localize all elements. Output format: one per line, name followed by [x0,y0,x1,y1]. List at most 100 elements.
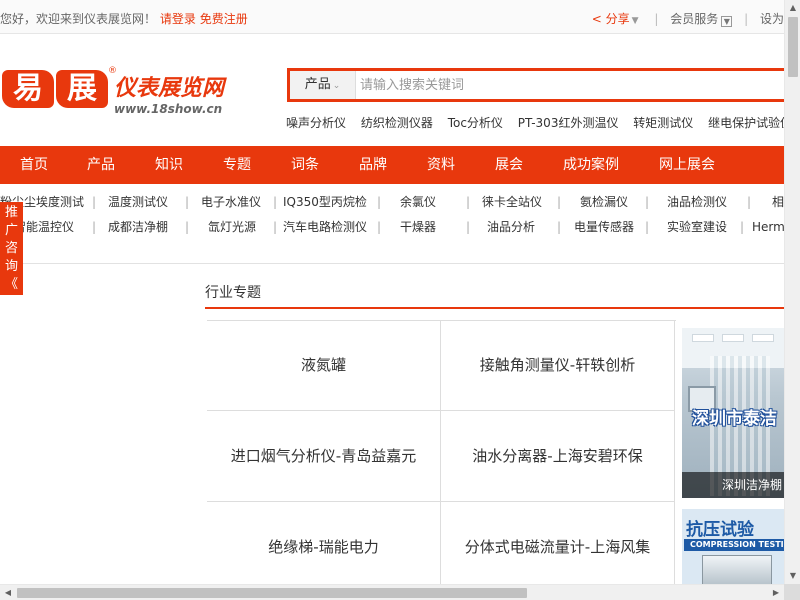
separator: | [654,12,659,26]
keyword-link[interactable]: 相 [772,190,784,214]
site-logo[interactable]: 易 展 ® 仪表展览网 www.18show.cn [0,66,240,120]
section-title: 行业专题 [205,285,261,301]
nav-item-online-expo[interactable]: 网上展会 [659,146,715,184]
keyword-link[interactable]: 余氯仪 [400,190,436,214]
separator: | [740,220,745,234]
keyword-link[interactable]: 油品分析 [487,215,535,239]
separator: | [185,220,190,234]
keyword-link[interactable]: IQ350型丙烷检 [283,190,367,214]
hot-keyword-link[interactable]: Toc分析仪 [448,116,503,130]
separator: | [557,220,562,234]
nav-item-cases[interactable]: 成功案例 [563,146,619,184]
keyword-link[interactable]: 干燥器 [400,215,436,239]
separator: | [557,195,562,209]
register-link[interactable]: 免费注册 [200,12,248,26]
side-tab-char: 咨 [4,241,18,256]
member-service-menu[interactable]: 会员服务 ▼ [670,10,733,27]
topic-link[interactable]: 接触角测量仪-轩轶创析 [441,320,675,411]
settings-link[interactable]: 设为 [760,10,784,27]
hot-keyword-link[interactable]: 噪声分析仪 [286,116,346,130]
logo-url: www.18show.cn [114,102,223,116]
hot-keyword-link[interactable]: 纺织检测仪器 [361,116,433,130]
separator: | [645,220,650,234]
hot-keyword-link[interactable]: 转矩测试仪 [633,116,693,130]
ad-title: 抗压试验 [686,520,754,540]
top-bar: 您好，欢迎来到仪表展览网！ 请登录 免费注册 < 分享 ▼ | 会员服务 ▼ | 设… [0,0,784,34]
nav-item-brands[interactable]: 品牌 [359,146,387,184]
search-category-label: 产品 [304,77,331,92]
share-button[interactable]: < 分享 ▼ [592,10,639,27]
separator: | [377,220,382,234]
logo-mark-1: 易 [2,70,54,108]
ceiling-light [722,334,744,342]
share-icon: < [591,12,602,26]
ad-brand-text: 深圳市泰洁 [692,409,777,429]
welcome-text: 您好，欢迎来到仪表展览网！ 请登录 免费注册 [0,10,248,27]
nav-item-resources[interactable]: 资料 [427,146,455,184]
keyword-link[interactable]: 徕卡全站仪 [482,190,542,214]
main-nav: 首页 产品 知识 专题 词条 品牌 资料 展会 成功案例 网上展会 [0,146,784,184]
member-service-label: 会员服务 [670,12,719,26]
keyword-link[interactable]: 温度测试仪 [108,190,168,214]
logo-mark-2: 展 [56,70,108,108]
separator: | [466,220,471,234]
section-underline [205,307,784,309]
keyword-link[interactable]: 成都洁净棚 [108,215,168,239]
nav-item-products[interactable]: 产品 [87,146,115,184]
horizontal-scrollbar[interactable]: ◀ ▶ [0,584,784,600]
collapse-icon: 《 [4,277,18,292]
separator: | [744,12,749,26]
keyword-row: 粉尘尘埃度测试 | 温度测试仪 | 电子水准仪 | IQ350型丙烷检 | 余氯… [0,190,784,214]
nav-item-exhibitions[interactable]: 展会 [495,146,523,184]
login-link[interactable]: 请登录 [160,12,196,26]
nav-item-topics[interactable]: 专题 [223,146,251,184]
keyword-link[interactable]: 电量传感器 [574,215,634,239]
separator: | [92,220,97,234]
search-input[interactable] [360,71,780,99]
separator: | [377,195,382,209]
ad-banner-cleanroom[interactable]: 深圳市泰洁 深圳洁净棚 [682,328,784,498]
keyword-link[interactable]: 氙灯光源 [208,215,256,239]
consult-side-tab[interactable]: 推 广 咨 询 《 [0,202,23,295]
keyword-row: 智能温控仪 | 成都洁净棚 | 氙灯光源 | 汽车电路检测仪 | 干燥器 | 油… [0,215,784,239]
horizontal-scroll-thumb[interactable] [17,588,527,598]
ad-image-machine [702,555,772,584]
search-category-select[interactable]: 产品 ⌄ [290,71,356,99]
nav-item-entries[interactable]: 词条 [291,146,319,184]
topic-link[interactable]: 油水分离器-上海安碧环保 [441,411,675,502]
topic-link[interactable]: 液氮罐 [207,320,441,411]
hot-keyword-link[interactable]: PT-303红外测温仪 [518,116,619,130]
scroll-left-icon[interactable]: ◀ [0,585,16,600]
keyword-link[interactable]: 电子水准仪 [201,190,261,214]
vertical-scroll-thumb[interactable] [788,17,798,77]
vertical-scrollbar[interactable]: ▲ ▼ [784,0,800,584]
keyword-link[interactable]: 氨检漏仪 [580,190,628,214]
scrollbar-corner [784,584,800,600]
side-tab-char: 推 [4,205,18,220]
nav-item-knowledge[interactable]: 知识 [155,146,183,184]
ad-banner-compression-testing[interactable]: 抗压试验 COMPRESSION TESTING M [682,509,784,584]
divider [0,263,784,264]
topic-link[interactable]: 分体式电磁流量计-上海风集 [441,502,675,593]
nav-item-home[interactable]: 首页 [20,146,48,184]
scroll-right-icon[interactable]: ▶ [768,585,784,600]
scroll-up-icon[interactable]: ▲ [785,0,800,16]
hot-keyword-link[interactable]: 继电保护试验仪 [708,116,792,130]
ad-subtitle: COMPRESSION TESTING M [684,539,784,551]
keyword-link[interactable]: Herm [752,215,784,239]
keyword-link[interactable]: 汽车电路检测仪 [283,215,367,239]
welcome-message: 您好，欢迎来到仪表展览网！ [0,12,157,26]
side-tab-char: 广 [4,223,18,238]
topic-grid: 液氮罐 接触角测量仪-轩轶创析 进口烟气分析仪-青岛益嘉元 油水分离器-上海安碧… [207,320,676,593]
separator: | [273,220,278,234]
keyword-link[interactable]: 油品检测仪 [667,190,727,214]
top-right-links: < 分享 ▼ | 会员服务 ▼ | 设为 [592,10,784,27]
separator: | [273,195,278,209]
topic-link[interactable]: 进口烟气分析仪-青岛益嘉元 [207,411,441,502]
keyword-link[interactable]: 实验室建设 [667,215,727,239]
separator: | [645,195,650,209]
scroll-down-icon[interactable]: ▼ [785,568,800,584]
separator: | [466,195,471,209]
keyword-link[interactable]: 智能温控仪 [14,215,74,239]
topic-link[interactable]: 绝缘梯-瑞能电力 [207,502,441,593]
